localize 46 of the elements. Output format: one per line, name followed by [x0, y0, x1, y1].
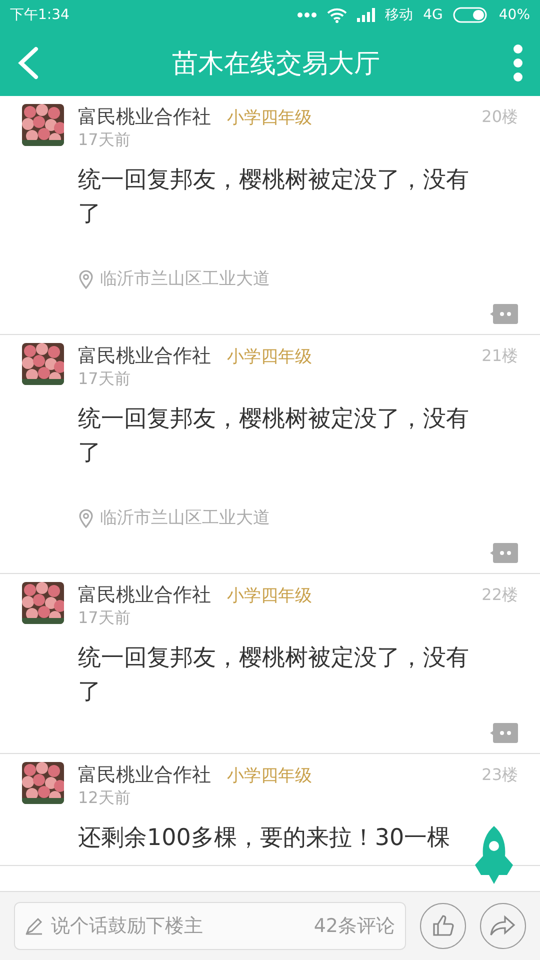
signal-icon	[357, 8, 376, 22]
post-text: 统一回复邦友，樱桃树被定没了，没有了	[78, 644, 470, 707]
author-name: 富民桃业合作社	[78, 763, 211, 788]
share-arrow-icon	[490, 915, 516, 937]
comment-icon[interactable]	[490, 723, 518, 743]
page-title: 苗木在线交易大厅	[171, 48, 381, 80]
battery-percent: 40%	[498, 7, 530, 23]
post-text: 还剩余100多棵，要的来拉！30一棵	[78, 824, 452, 853]
rank-label: 小学四年级	[227, 764, 312, 786]
battery-icon	[452, 7, 489, 23]
rank-label: 小学四年级	[227, 584, 312, 606]
comment-input[interactable]: 说个话鼓励下楼主	[49, 914, 308, 938]
carrier-label: 移动	[385, 6, 414, 24]
author-name: 富民桃业合作社	[78, 105, 211, 130]
comment-count: 42条评论	[314, 914, 395, 939]
post-time: 17天前	[78, 608, 130, 629]
comment-icon[interactable]	[490, 304, 518, 324]
comment-icon[interactable]	[490, 543, 518, 563]
thumbs-up-icon	[431, 914, 455, 938]
post-text: 统一回复邦友，樱桃树被定没了，没有了	[78, 166, 470, 229]
location-pin-icon	[78, 508, 94, 528]
author-name: 富民桃业合作社	[78, 583, 211, 608]
pencil-icon	[25, 917, 43, 935]
post-time: 17天前	[78, 369, 130, 390]
location-pin-icon	[78, 268, 94, 288]
post-text: 统一回复邦友，樱桃树被定没了，没有了	[78, 405, 470, 468]
rocket-icon[interactable]	[472, 826, 516, 884]
floor-number: 23楼	[482, 764, 518, 786]
network-label: 4G	[423, 7, 443, 23]
author-name: 富民桃业合作社	[78, 344, 211, 369]
post-time: 17天前	[78, 130, 130, 151]
dots-vertical-icon	[512, 43, 524, 83]
status-time: 下午1:34	[10, 6, 70, 24]
location-text: 临沂市兰山区工业大道	[100, 268, 270, 290]
floor-number: 21楼	[482, 346, 518, 366]
wifi-icon	[327, 8, 348, 22]
share-button[interactable]	[480, 903, 526, 949]
comment-field[interactable]: 说个话鼓励下楼主 42条评论	[14, 902, 406, 950]
more-dots-icon	[297, 12, 318, 18]
rank-label: 小学四年级	[227, 106, 312, 128]
like-button[interactable]	[420, 903, 466, 949]
location-text: 临沂市兰山区工业大道	[100, 507, 270, 529]
floor-number: 20楼	[482, 106, 518, 128]
post-time: 12天前	[78, 788, 130, 809]
rank-label: 小学四年级	[227, 346, 312, 368]
floor-number: 22楼	[482, 584, 518, 606]
